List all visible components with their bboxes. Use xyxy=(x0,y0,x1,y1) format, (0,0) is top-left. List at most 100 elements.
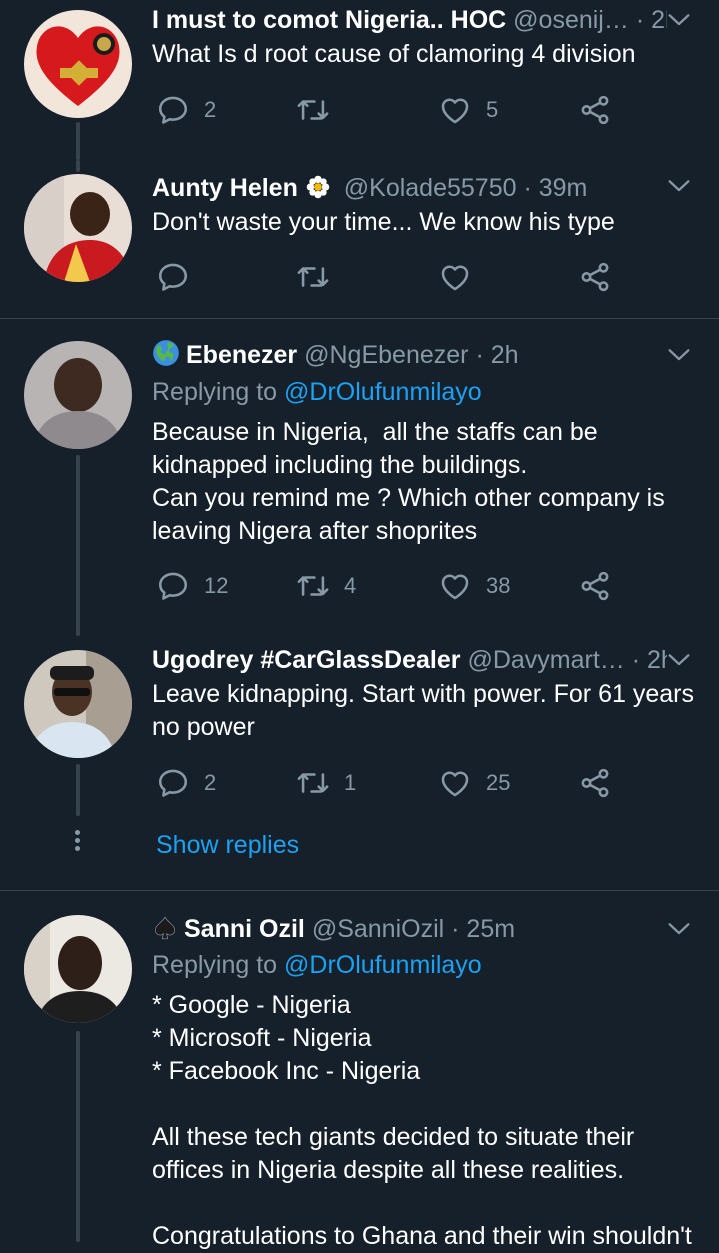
replying-to-label: Replying to xyxy=(152,378,278,406)
timestamp[interactable]: · 2h xyxy=(632,646,667,674)
retweet-button[interactable] xyxy=(296,90,344,130)
retweet-button[interactable]: 1 xyxy=(296,763,356,803)
action-bar: 2 5 xyxy=(152,90,632,130)
retweet-icon xyxy=(296,93,330,127)
tweet-text: What Is d root cause of clamoring 4 divi… xyxy=(152,40,636,68)
retweet-icon xyxy=(296,260,330,294)
spade-icon xyxy=(154,916,176,940)
reply-button[interactable]: 12 xyxy=(156,566,228,606)
chevron-down-icon[interactable] xyxy=(665,6,693,34)
retweet-icon xyxy=(296,766,330,800)
timestamp[interactable]: · 25m xyxy=(451,915,515,943)
tweet-text: Don't waste your time... We know his typ… xyxy=(152,208,615,236)
avatar[interactable] xyxy=(24,341,132,449)
share-button[interactable] xyxy=(578,763,612,803)
like-button[interactable]: 5 xyxy=(438,90,498,130)
share-button[interactable] xyxy=(578,566,612,606)
tweet-header: Ebenezer @NgEbenezer · 2h xyxy=(152,337,667,373)
like-icon xyxy=(438,569,472,603)
timestamp[interactable]: · 2h xyxy=(636,6,667,34)
thread-line xyxy=(76,764,80,816)
like-count: 38 xyxy=(486,573,511,598)
more-replies-dots xyxy=(74,830,82,854)
display-name[interactable]: Ebenezer xyxy=(186,341,297,369)
action-bar xyxy=(152,257,632,297)
reply-count: 2 xyxy=(204,97,217,122)
tweet-header: Aunty Helen @Kolade55750 · 39m xyxy=(152,170,667,206)
like-icon xyxy=(438,93,472,127)
share-icon xyxy=(578,93,612,127)
tweet[interactable]: I must to comot Nigeria.. HOC @osenij… ·… xyxy=(0,0,719,160)
tweet[interactable]: Ugodrey #CarGlassDealer @Davymart… · 2h … xyxy=(0,636,719,890)
chevron-down-icon[interactable] xyxy=(665,341,693,369)
tweet-text: Leave kidnapping. Start with power. For … xyxy=(152,680,701,741)
mention-link[interactable]: @DrOlufunmilayo xyxy=(284,951,482,979)
display-name[interactable]: Sanni Ozil xyxy=(184,915,305,943)
like-icon xyxy=(438,766,472,800)
retweet-count: 4 xyxy=(344,573,357,598)
show-replies-link[interactable]: Show replies xyxy=(156,828,299,862)
like-button[interactable]: 38 xyxy=(438,566,510,606)
like-count: 25 xyxy=(486,770,511,795)
reply-icon xyxy=(156,569,190,603)
like-count: 5 xyxy=(486,97,499,122)
handle[interactable]: @SanniOzil xyxy=(312,915,444,943)
tweet[interactable]: Aunty Helen @Kolade55750 · 39m Don't was… xyxy=(0,160,719,318)
replying-to-label: Replying to xyxy=(152,951,278,979)
thread-line xyxy=(76,160,80,172)
avatar[interactable] xyxy=(24,174,132,282)
thread-line xyxy=(76,122,80,160)
timestamp[interactable]: · 2h xyxy=(475,341,518,369)
like-button[interactable]: 25 xyxy=(438,763,510,803)
reply-count: 2 xyxy=(204,770,217,795)
tweet-text: * Google - Nigeria * Microsoft - Nigeria… xyxy=(152,991,692,1250)
tweet[interactable]: Sanni Ozil @SanniOzil · 25m Replying to … xyxy=(0,891,719,1250)
avatar[interactable] xyxy=(24,650,132,758)
tweet-header: I must to comot Nigeria.. HOC @osenij… ·… xyxy=(152,2,667,38)
handle[interactable]: @osenij… xyxy=(513,6,629,34)
display-name[interactable]: I must to comot Nigeria.. HOC xyxy=(152,6,506,34)
share-icon xyxy=(578,766,612,800)
replying-to: Replying to @DrOlufunmilayo xyxy=(152,949,482,982)
reply-icon xyxy=(156,766,190,800)
like-icon xyxy=(438,260,472,294)
display-name[interactable]: Aunty Helen xyxy=(152,174,298,202)
thread-line xyxy=(76,1031,80,1242)
retweet-button[interactable] xyxy=(296,257,344,297)
replying-to: Replying to @DrOlufunmilayo xyxy=(152,376,482,409)
reply-button[interactable]: 2 xyxy=(156,763,216,803)
reply-count: 12 xyxy=(204,573,229,598)
reply-icon xyxy=(156,93,190,127)
share-icon xyxy=(578,260,612,294)
share-button[interactable] xyxy=(578,257,612,297)
globe-icon xyxy=(153,340,179,366)
handle[interactable]: @NgEbenezer xyxy=(304,341,468,369)
tweet[interactable]: Ebenezer @NgEbenezer · 2h Replying to @D… xyxy=(0,319,719,636)
reply-button[interactable] xyxy=(156,257,204,297)
mention-link[interactable]: @DrOlufunmilayo xyxy=(284,378,482,406)
avatar[interactable] xyxy=(24,10,132,118)
avatar[interactable] xyxy=(24,915,132,1023)
reply-icon xyxy=(156,260,190,294)
retweet-icon xyxy=(296,569,330,603)
handle[interactable]: @Kolade55750 xyxy=(344,174,517,202)
handle[interactable]: @Davymart… xyxy=(467,646,624,674)
timestamp[interactable]: · 39m xyxy=(523,174,587,202)
share-button[interactable] xyxy=(578,90,612,130)
retweet-button[interactable]: 4 xyxy=(296,566,356,606)
tweet-text: Because in Nigeria, all the staffs can b… xyxy=(152,418,665,545)
chevron-down-icon[interactable] xyxy=(665,646,693,674)
action-bar: 12 4 38 xyxy=(152,566,632,606)
like-button[interactable] xyxy=(438,257,486,297)
chevron-down-icon[interactable] xyxy=(665,172,693,200)
thread-line xyxy=(76,455,80,636)
chevron-down-icon[interactable] xyxy=(665,915,693,943)
tweet-header: Sanni Ozil @SanniOzil · 25m xyxy=(152,911,667,947)
share-icon xyxy=(578,569,612,603)
display-name[interactable]: Ugodrey #CarGlassDealer xyxy=(152,646,460,674)
flower-icon xyxy=(306,175,330,199)
reply-button[interactable]: 2 xyxy=(156,90,216,130)
action-bar: 2 1 25 xyxy=(152,763,632,803)
retweet-count: 1 xyxy=(344,770,357,795)
tweet-header: Ugodrey #CarGlassDealer @Davymart… · 2h xyxy=(152,642,667,678)
